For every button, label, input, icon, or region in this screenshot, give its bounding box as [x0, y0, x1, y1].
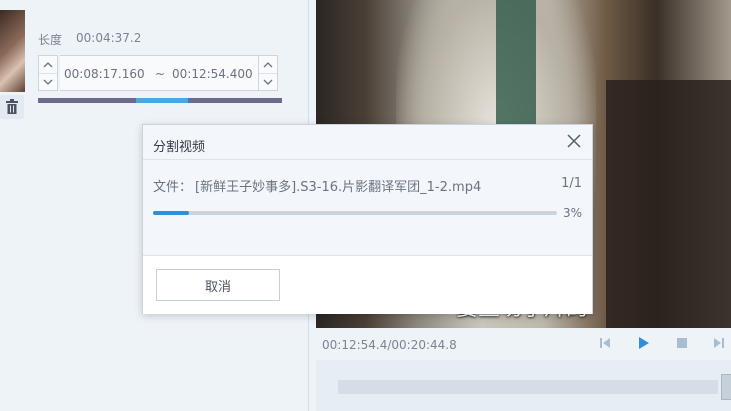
play-icon — [639, 337, 649, 349]
video-frame-figure — [606, 80, 731, 328]
clip-range-track[interactable] — [38, 98, 282, 103]
dialog-footer: 取消 — [143, 255, 592, 314]
end-time-up[interactable] — [259, 56, 277, 74]
delete-clip-button[interactable] — [0, 95, 24, 119]
start-time-stepper[interactable] — [38, 55, 58, 91]
file-name: [新鲜王子妙事多].S3-16.片影翻译军团_1-2.mp4 — [195, 180, 482, 195]
start-time-down[interactable] — [39, 73, 57, 90]
file-label: 文件： — [153, 180, 193, 195]
timeline-handle[interactable] — [721, 374, 731, 400]
prev-icon — [600, 338, 610, 348]
trash-icon — [6, 99, 18, 114]
cancel-button[interactable]: 取消 — [156, 269, 280, 301]
chevron-up-icon — [263, 61, 273, 67]
close-icon — [567, 134, 581, 148]
end-time-stepper[interactable] — [258, 55, 278, 91]
progress-fill — [153, 211, 189, 215]
clip-thumbnail[interactable] — [0, 10, 25, 92]
timeline[interactable] — [316, 360, 731, 411]
dialog-header: 分割视频 — [143, 125, 592, 160]
end-time-down[interactable] — [259, 73, 277, 90]
length-label: 长度 — [38, 33, 63, 47]
progress-bar — [153, 211, 557, 215]
timeline-track[interactable] — [338, 380, 718, 394]
chevron-up-icon — [43, 61, 53, 67]
time-range-field[interactable]: 00:08:17.160 ~ 00:12:54.400 — [60, 55, 258, 91]
next-frame-button[interactable] — [712, 336, 726, 350]
time-separator: ~ — [155, 67, 166, 81]
clip-range-selection[interactable] — [136, 98, 188, 103]
start-time-value[interactable]: 00:08:17.160 — [64, 67, 145, 81]
play-button[interactable] — [637, 336, 651, 350]
end-time-value[interactable]: 00:12:54.400 — [172, 67, 253, 81]
start-time-up[interactable] — [39, 56, 57, 74]
progress-percent: 3% — [562, 206, 582, 220]
next-icon — [714, 338, 724, 348]
prev-frame-button[interactable] — [598, 336, 612, 350]
player-controls: 00:12:54.4/00:20:44.8 — [316, 328, 731, 360]
stop-button[interactable] — [675, 336, 689, 350]
dialog-title: 分割视频 — [153, 140, 206, 155]
chevron-down-icon — [263, 79, 273, 85]
player-time: 00:12:54.4/00:20:44.8 — [322, 338, 457, 352]
length-value: 00:04:37.2 — [76, 31, 142, 45]
split-video-dialog: 分割视频 文件： [新鲜王子妙事多].S3-16.片影翻译军团_1-2.mp4 … — [142, 124, 593, 314]
stop-icon — [677, 338, 687, 348]
file-count: 1/1 — [561, 176, 582, 191]
close-button[interactable] — [566, 133, 582, 149]
chevron-down-icon — [43, 79, 53, 85]
